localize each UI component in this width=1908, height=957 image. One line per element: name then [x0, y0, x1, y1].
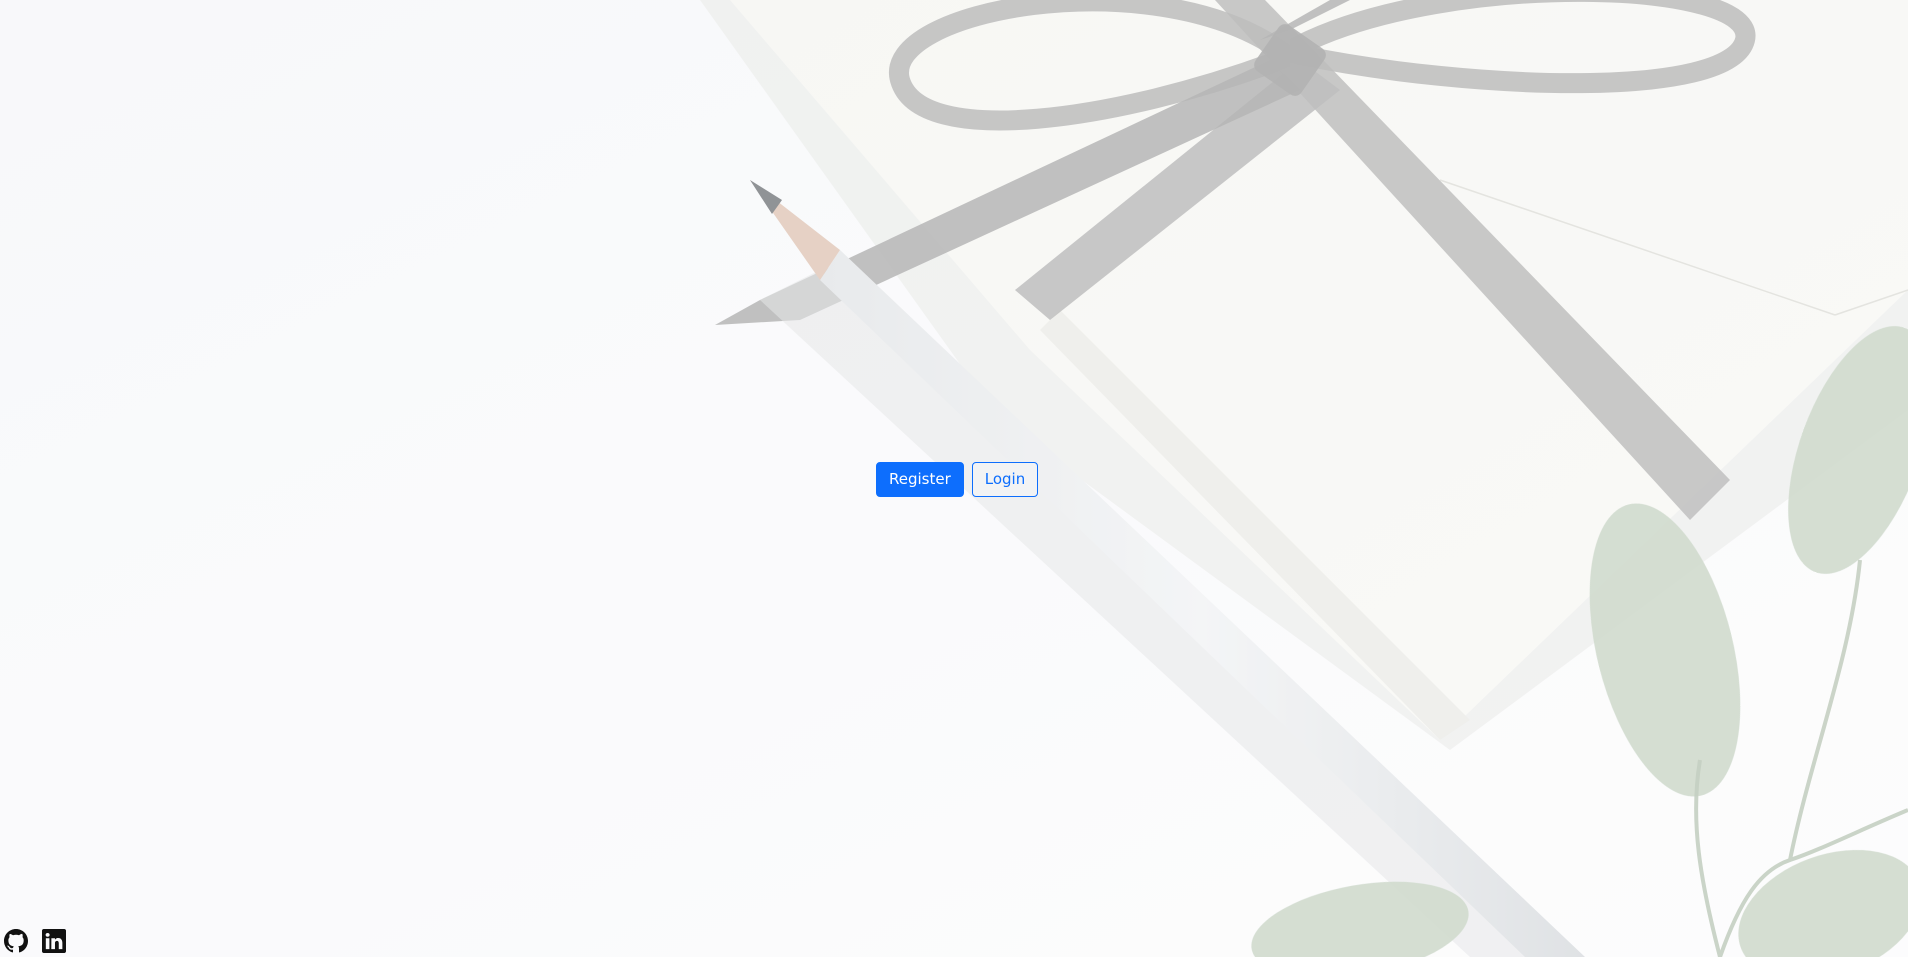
linkedin-icon — [42, 929, 66, 953]
auth-actions: Register Login — [876, 462, 1039, 497]
login-button[interactable]: Login — [971, 462, 1039, 497]
social-links — [4, 929, 66, 953]
github-icon — [4, 929, 28, 953]
linkedin-link[interactable] — [42, 929, 66, 953]
github-link[interactable] — [4, 929, 28, 953]
register-button[interactable]: Register — [876, 462, 964, 497]
